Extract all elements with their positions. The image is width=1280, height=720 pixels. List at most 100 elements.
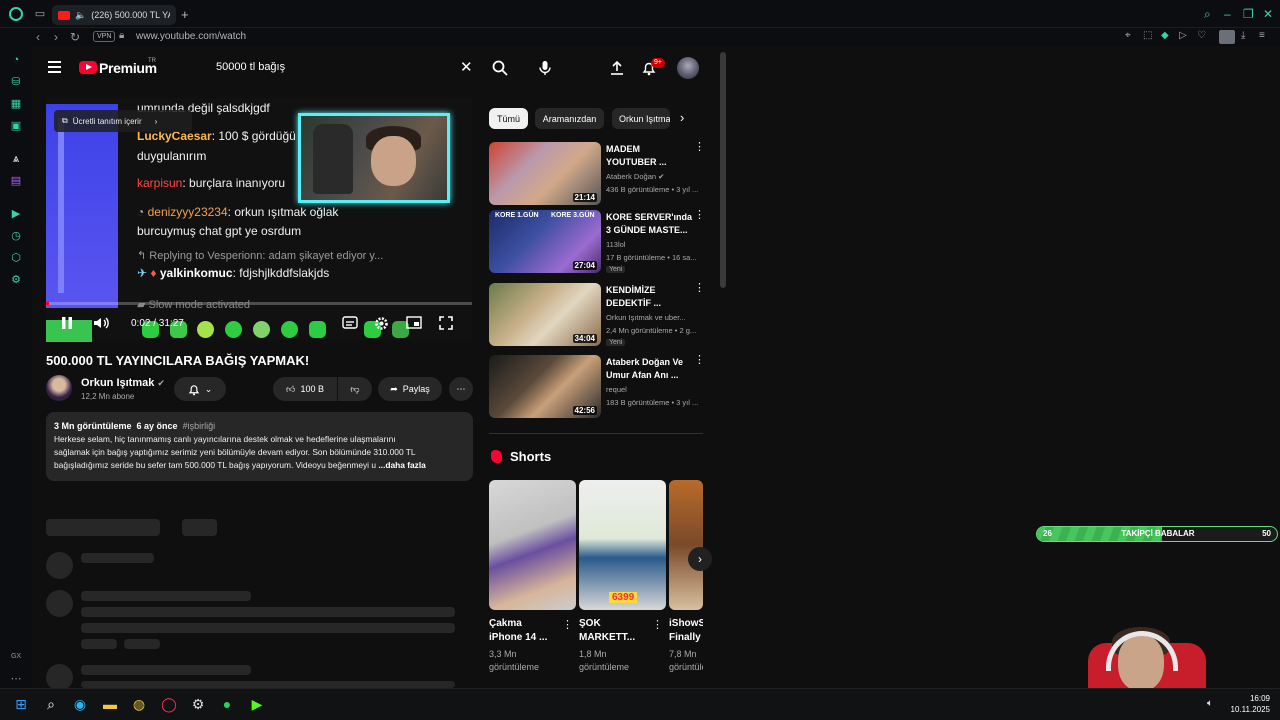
back-icon[interactable]: ‹ [36,30,40,44]
video-thumbnail[interactable]: KORE 1.GÜN KORE 3.GÜN 27:04 [489,210,601,273]
shield-icon[interactable]: ◆ [1161,30,1169,41]
fullscreen-button[interactable] [439,316,453,335]
recommendation-title[interactable]: KORE SERVER'ında 3 GÜNDE MASTE... [606,211,692,237]
miniplayer-button[interactable] [406,316,422,334]
page-scrollbar[interactable] [720,52,726,288]
channel-name[interactable]: Orkun Işıtmak ✔ [81,377,165,389]
short-thumbnail[interactable] [489,480,576,610]
opera-gx-logo-icon[interactable] [9,7,23,21]
volume-tray-icon[interactable]: 🔈︎ [1207,698,1213,709]
dislike-button[interactable]: 👎︎ [338,377,372,401]
recommendation-title[interactable]: Ataberk Doğan Ve Umur Afan Anı ... [606,356,692,382]
forward-icon[interactable]: › [54,30,58,44]
player-icon[interactable]: ▶ [9,207,23,221]
video-thumbnail[interactable]: 42:56 [489,355,601,418]
video-thumbnail[interactable]: 21:14 [489,142,601,205]
edge-icon[interactable]: ◉ [72,696,88,712]
hamburger-menu-icon[interactable] [48,61,61,76]
recommendation-title[interactable]: MADEM YOUTUBER ... [606,143,692,169]
heart-icon[interactable]: ♡ [1197,30,1206,41]
vpn-badge[interactable]: VPN [93,31,116,42]
speaker-icon[interactable]: 🔈 [75,10,86,21]
short-title[interactable]: Çakma iPhone 14 ... [489,617,564,645]
clear-search-icon[interactable]: ✕ [460,58,473,76]
download-icon[interactable]: ⤓ [1241,30,1245,41]
subtitles-button[interactable] [342,316,358,334]
recommendation-title[interactable]: KENDİMİZE DEDEKTİF ... [606,284,692,310]
gx-corner-icon[interactable]: ◔ [9,53,23,67]
share-button[interactable]: ➦ Paylaş [378,377,442,401]
short-thumbnail[interactable]: 6399 [579,480,666,610]
chip-channel[interactable]: Orkun Işıtmak [612,108,670,129]
short-title[interactable]: iShowS Finally [669,617,703,645]
subscribed-button[interactable]: ⌄ [174,377,226,401]
ai-icon[interactable]: ⩓ [9,152,23,166]
chip-from-search[interactable]: Aramanızdan [535,108,604,129]
minimize-icon[interactable]: – [1224,7,1231,21]
recommendation-channel[interactable]: Ataberk Doğan ✔ [606,172,664,181]
extensions-icon[interactable]: ⬡ [9,251,23,265]
messenger-icon[interactable]: ▣ [9,119,23,133]
video-progress-bar[interactable] [46,302,472,305]
more-icon[interactable]: ⋯ [9,672,23,686]
settings-icon[interactable]: ⚙ [9,273,23,287]
shopping-icon[interactable]: ⛁ [9,75,23,89]
file-explorer-icon[interactable]: ▬ [102,696,118,712]
search-button[interactable] [482,54,518,82]
voice-search-button[interactable] [533,56,557,80]
recommendation-channel[interactable]: requel [606,385,627,394]
lock-icon[interactable]: 🔒︎ [119,30,124,41]
more-vertical-icon[interactable]: ⋮ [694,355,705,366]
chips-next-icon[interactable]: › [680,110,684,125]
system-clock[interactable]: 16:09 10.11.2025 [1222,693,1270,715]
recommendation-item[interactable]: 34:04 KENDİMİZE DEDEKTİF ... Orkun Işıtma… [489,283,705,347]
search-input[interactable]: 50000 tl bağış [216,61,285,73]
search-icon[interactable]: ⌕ [43,696,59,712]
menu-icon[interactable]: ≡ [1259,30,1265,41]
more-vertical-icon[interactable]: ⋮ [694,210,705,221]
kick-icon[interactable]: ▶ [249,696,265,712]
short-title[interactable]: ŞOK MARKETT... [579,617,654,645]
profile-icon[interactable] [1219,30,1235,44]
shorts-next-button[interactable]: › [688,547,712,571]
reload-icon[interactable]: ↻ [70,30,80,44]
paid-promotion-label[interactable]: ⧉ Ücretli tanıtım içerir › [54,110,192,132]
windows-start-icon[interactable]: ⊞ [13,696,29,712]
video-thumbnail[interactable]: 34:04 [489,283,601,346]
channel-avatar[interactable] [46,375,72,401]
play-icon[interactable]: ▷ [1179,30,1187,41]
more-vertical-icon[interactable]: ⋮ [562,620,573,631]
recommendation-channel[interactable]: 113lol [606,240,625,249]
volume-button[interactable] [93,316,111,335]
gx-label[interactable]: GX [9,650,23,664]
history-icon[interactable]: ◷ [9,229,23,243]
twitch-icon[interactable]: ▤ [9,174,23,188]
screenshot-icon[interactable]: ⬚ [1143,30,1152,41]
browser-tab-youtube[interactable]: 🔈 (226) 500.000 TL YA... [52,5,176,25]
opera-gx-icon[interactable]: ◯ [161,696,177,712]
more-vertical-icon[interactable]: ⋮ [694,142,705,153]
spotify-icon[interactable]: ● [219,696,235,712]
like-button[interactable]: 👍︎ 100 B [273,377,337,401]
pin-icon[interactable]: ⌖ [1125,30,1131,41]
account-avatar[interactable] [677,57,699,79]
recommendation-item[interactable]: 21:14 MADEM YOUTUBER ... Ataberk Doğan ✔ … [489,142,705,206]
more-actions-button[interactable]: ⋯ [449,377,473,401]
tab-islands-icon[interactable]: ▭ [34,8,46,20]
pause-button[interactable] [61,316,73,335]
recommendation-item[interactable]: 42:56 Ataberk Doğan Ve Umur Afan Anı ... … [489,355,705,419]
new-tab-icon[interactable]: + [181,7,189,22]
steam-icon[interactable]: ⚙ [190,696,206,712]
settings-button[interactable] [374,316,389,336]
more-vertical-icon[interactable]: ⋮ [694,283,705,294]
close-window-icon[interactable]: ✕ [1263,7,1273,21]
recommendation-item[interactable]: KORE 1.GÜN KORE 3.GÜN 27:04 KORE SERVER'… [489,210,705,274]
url-field[interactable]: www.youtube.com/watch [136,31,246,42]
restore-icon[interactable]: ❐ [1243,7,1254,21]
show-more-link[interactable]: ...daha fazla [378,460,425,470]
upload-button[interactable] [607,58,627,78]
chip-all[interactable]: Tümü [489,108,528,129]
recommendation-channel[interactable]: Orkun Işıtmak ve uber... [606,313,686,322]
more-vertical-icon[interactable]: ⋮ [652,620,663,631]
chrome-icon[interactable]: ◍ [131,696,147,712]
